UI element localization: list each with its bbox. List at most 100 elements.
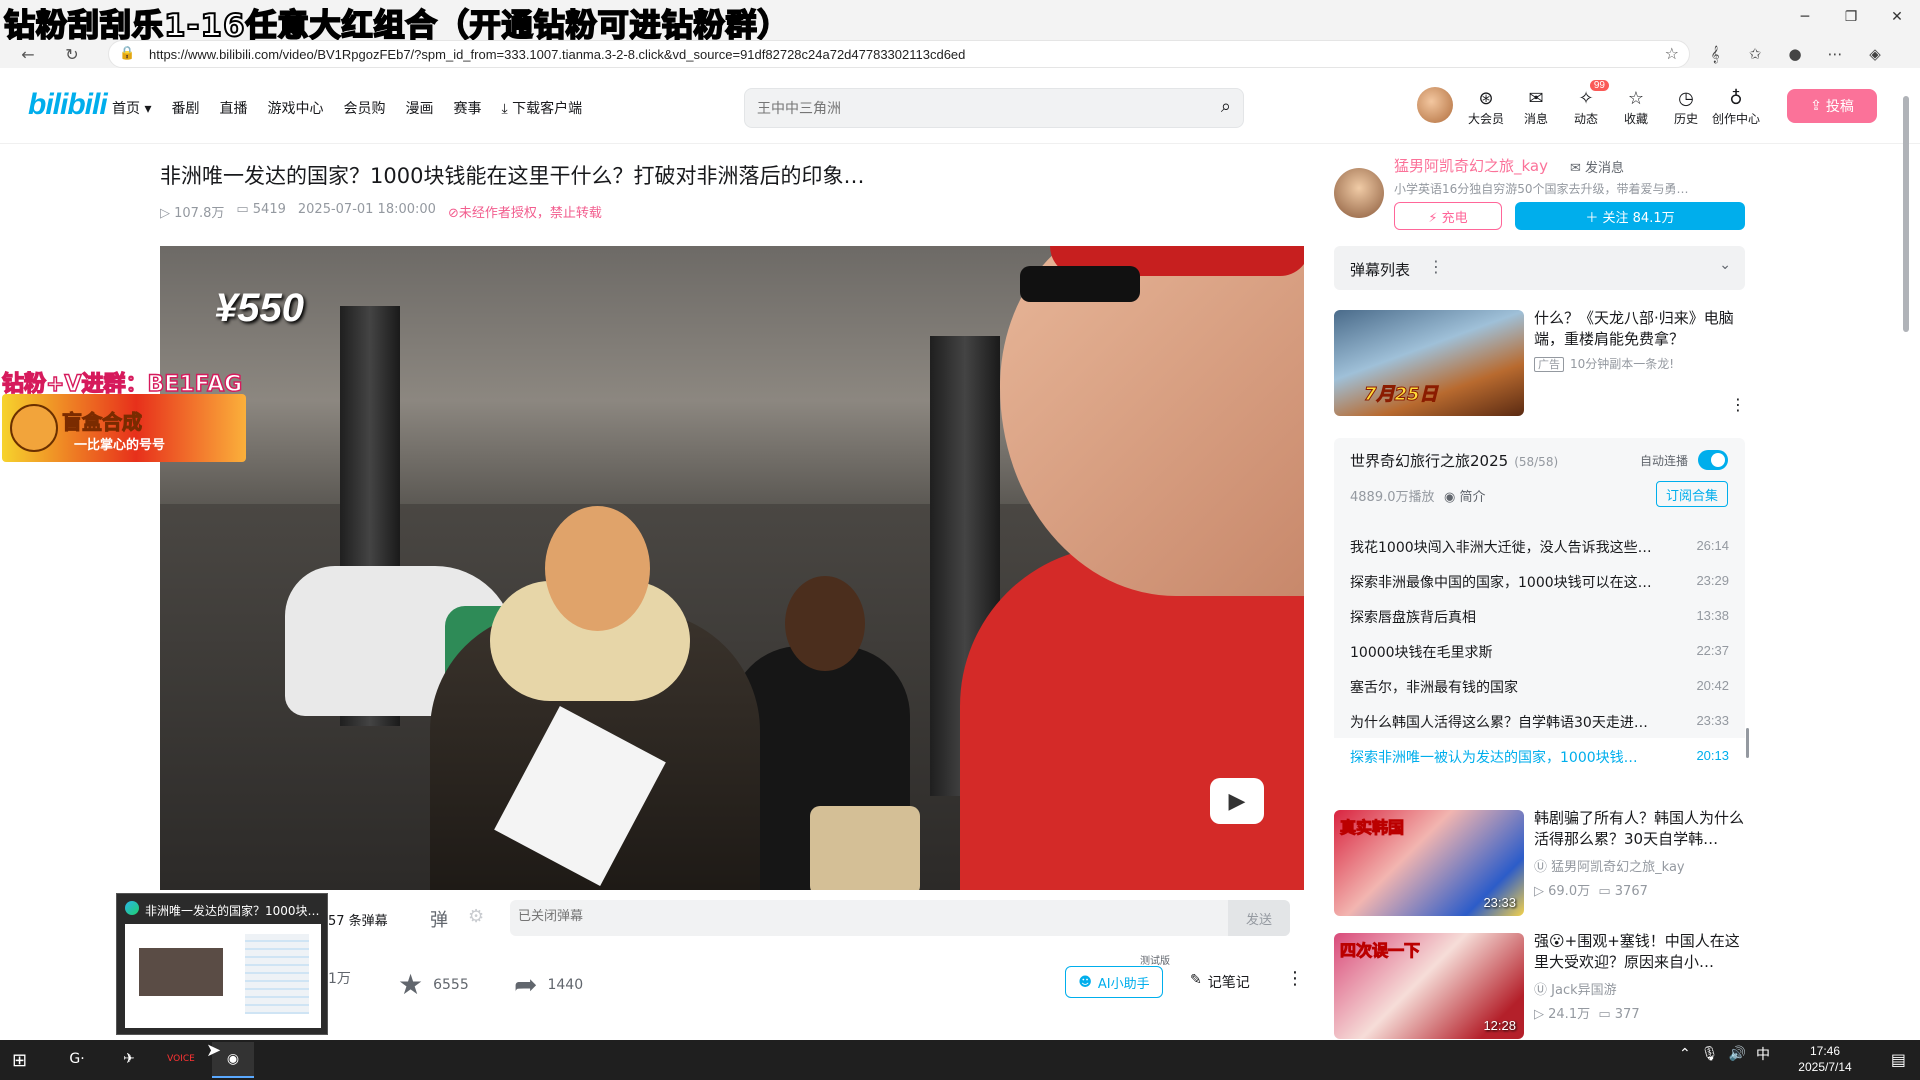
episode-item-current[interactable]: 探索非洲唯一被认为发达的国家，1000块钱… 20:13: [1334, 738, 1745, 773]
clock[interactable]: 17:46 2025/7/14: [1790, 1043, 1860, 1075]
episode-item[interactable]: 探索非洲最像中国的国家，1000块钱可以在这… 23:29: [1334, 563, 1745, 598]
kebab-icon[interactable]: ⋮: [1428, 257, 1444, 276]
bilibili-logo[interactable]: bilibili: [28, 88, 108, 122]
nav-game-center[interactable]: 游戏中心: [267, 98, 323, 118]
nav-anime[interactable]: 番剧: [171, 98, 199, 118]
nav-esports[interactable]: 赛事: [453, 98, 481, 118]
follow-button[interactable]: ＋ 关注 84.1万: [1515, 202, 1745, 230]
address-bar[interactable]: 🔒 https://www.bilibili.com/video/BV1Rpgo…: [108, 40, 1690, 68]
user-avatar[interactable]: [1417, 87, 1453, 123]
handbag: [810, 806, 920, 890]
close-button[interactable]: ✕: [1874, 0, 1920, 34]
header-favorites[interactable]: ☆ 收藏: [1615, 88, 1657, 127]
microphone-icon[interactable]: 🎙: [1701, 1046, 1719, 1062]
subscribe-collection-button[interactable]: 订阅合集: [1656, 481, 1728, 507]
episode-list-scrollbar[interactable]: [1746, 728, 1749, 758]
danmaku-bar: 57 条弹幕 弹 ⚙ 发送: [160, 898, 1304, 938]
recommend-uploader[interactable]: Ⓤ Jack异国游: [1534, 979, 1617, 998]
like-button[interactable]: 1万: [328, 968, 351, 988]
ime-indicator[interactable]: 中: [1756, 1044, 1770, 1064]
volume-icon[interactable]: 🔊: [1729, 1046, 1746, 1062]
ad-meta: 广告 10分钟副本一条龙!: [1534, 355, 1674, 372]
header-history[interactable]: ◷ 历史: [1665, 88, 1707, 127]
bookmark-star-icon[interactable]: ☆: [1665, 44, 1679, 63]
favorites-icon[interactable]: ✩: [1742, 42, 1768, 66]
more-options-icon[interactable]: ⋮: [1286, 968, 1304, 989]
favorite-button[interactable]: ★ 6555: [398, 968, 469, 1001]
copilot-icon[interactable]: ◈: [1862, 42, 1888, 66]
taskbar-apps: G· ✈ VOICE ◉: [56, 1042, 254, 1078]
danmaku-settings-icon[interactable]: ⚙: [468, 906, 484, 927]
recommend-uploader[interactable]: Ⓤ 猛男阿凯奇幻之旅_kay: [1534, 856, 1685, 875]
danmaku-input[interactable]: [518, 909, 1168, 924]
mascot-icon: [10, 404, 58, 452]
video-player[interactable]: ¥550 ▶: [160, 246, 1304, 890]
collection-title[interactable]: 世界奇幻旅行之旅2025 (58/58): [1350, 450, 1558, 471]
danmaku-list-panel[interactable]: 弹幕列表 ⋮ ⌄: [1334, 246, 1745, 290]
message-icon: ✉: [1528, 88, 1544, 109]
send-danmaku-button[interactable]: 发送: [1228, 900, 1290, 936]
recommend-title[interactable]: 强😮+围观+塞钱！中国人在这里大受欢迎？原因来自小…: [1534, 931, 1744, 973]
recommend-thumbnail[interactable]: 真实韩国 23:33: [1334, 810, 1524, 916]
tray-chevron-up-icon[interactable]: ⌃: [1679, 1046, 1691, 1062]
take-note-button[interactable]: ✎ 记笔记: [1190, 972, 1250, 992]
star-icon: ★: [398, 968, 424, 1001]
windows-start-icon[interactable]: ⊞: [12, 1050, 27, 1071]
header-dynamics[interactable]: 99 ✧ 动态: [1565, 80, 1609, 127]
uploader-name[interactable]: 猛男阿凯奇幻之旅_kay: [1394, 155, 1548, 176]
recommend-thumbnail[interactable]: 四次误一下 12:28: [1334, 933, 1524, 1039]
nav-home[interactable]: 首页 ▾: [112, 98, 151, 118]
episode-item[interactable]: 为什么韩国人活得这么累？自学韩语30天走进… 23:33: [1334, 703, 1745, 738]
minimize-button[interactable]: ─: [1782, 0, 1828, 34]
maximize-button[interactable]: ❐: [1828, 0, 1874, 34]
upload-button[interactable]: ⇪ 投稿: [1787, 89, 1877, 123]
ad-title[interactable]: 什么？《天龙八部·归来》电脑端，重楼肩能免费拿？: [1534, 308, 1744, 350]
page-scrollbar[interactable]: [1902, 96, 1910, 1036]
ai-assistant-button[interactable]: ☻ AI小助手: [1065, 966, 1163, 998]
header-creator-center[interactable]: ♁ 创作中心: [1712, 88, 1760, 127]
autoplay-toggle[interactable]: [1698, 450, 1728, 470]
read-aloud-icon[interactable]: 𝄞: [1702, 42, 1728, 66]
reload-icon[interactable]: ↻: [58, 42, 86, 66]
episode-item[interactable]: 10000块钱在毛里求斯 22:37: [1334, 633, 1745, 668]
charge-button[interactable]: ⚡ 充电: [1394, 202, 1502, 230]
window-controls: ─ ❐ ✕: [1782, 0, 1920, 36]
back-icon[interactable]: ←: [14, 42, 42, 66]
taskbar-app-g[interactable]: G·: [56, 1042, 98, 1078]
search-input[interactable]: [757, 98, 1197, 120]
nav-mall[interactable]: 会员购: [343, 98, 385, 118]
nav-download-client[interactable]: ⤓ 下载客户端: [501, 98, 582, 118]
uploader-description: 小学英语16分独自穷游50个国家去升级，带着爱与勇…: [1394, 182, 1689, 196]
nav-live[interactable]: 直播: [219, 98, 247, 118]
header-vip[interactable]: ⊛ 大会员: [1465, 88, 1507, 127]
taskbar: ⊞ G· ✈ VOICE ◉ ⌃ 🎙 🔊 中 17:46 2025/7/14 ▤: [0, 1040, 1920, 1080]
nav-manga[interactable]: 漫画: [405, 98, 433, 118]
taskbar-window-preview[interactable]: 非洲唯一发达的国家？1000块…: [116, 893, 328, 1035]
search-icon[interactable]: ⌕: [1221, 96, 1231, 117]
search-box: ⌕: [744, 88, 1244, 128]
recommend-title[interactable]: 韩剧骗了所有人？韩国人为什么活得那么累？30天自学韩…: [1534, 808, 1744, 850]
notification-icon[interactable]: ▤: [1891, 1050, 1906, 1069]
send-message-link[interactable]: ✉ 发消息: [1570, 157, 1624, 176]
share-button[interactable]: ➦ 1440: [514, 968, 583, 1001]
dynamic-icon: ✧: [1578, 88, 1594, 109]
taskbar-app-plane[interactable]: ✈: [108, 1042, 150, 1078]
beta-tag: 测试版: [1140, 952, 1170, 967]
collection-intro[interactable]: ◉ 简介: [1444, 486, 1486, 505]
episode-item[interactable]: 探索唇盘族背后真相 13:38: [1334, 598, 1745, 633]
episode-item[interactable]: 我花1000块闯入非洲大迁徙，没人告诉我这些… 26:14: [1334, 528, 1745, 563]
header-messages[interactable]: ✉ 消息: [1515, 88, 1557, 127]
episode-item[interactable]: 塞舌尔，非洲最有钱的国家 20:42: [1334, 668, 1745, 703]
ad-thumbnail[interactable]: 7月25日: [1334, 310, 1524, 416]
lock-icon: 🔒: [119, 46, 136, 61]
settings-menu-icon[interactable]: ⋯: [1822, 42, 1848, 66]
view-count: ▷ 107.8万: [160, 206, 225, 221]
chevron-down-icon[interactable]: ⌄: [1719, 257, 1731, 273]
danmaku-toggle-icon[interactable]: 弹: [430, 906, 448, 932]
profile-icon[interactable]: ●: [1782, 42, 1808, 66]
taskbar-app-voice[interactable]: VOICE: [160, 1042, 202, 1078]
ad-more-icon[interactable]: ⋮: [1730, 395, 1746, 414]
play-count-icon: ▷: [1534, 884, 1549, 899]
preview-thumbnail: [125, 924, 321, 1028]
uploader-avatar[interactable]: [1334, 168, 1384, 218]
